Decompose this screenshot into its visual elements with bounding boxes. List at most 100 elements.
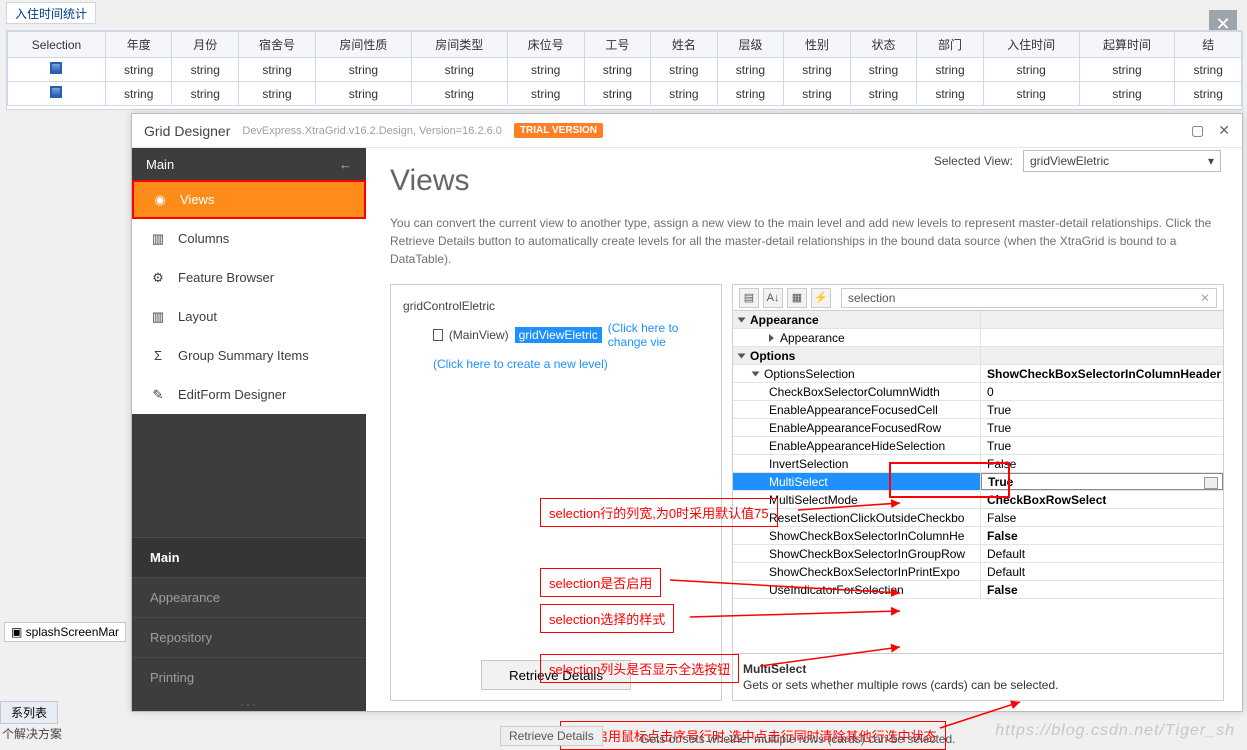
tree-tab[interactable]: 系列表 [0, 701, 58, 724]
property-search-input[interactable]: selection ✕ [841, 288, 1217, 308]
grid-cell[interactable]: string [1175, 58, 1242, 82]
grid-header[interactable]: 年度 [105, 32, 172, 58]
grid-header[interactable]: 房间性质 [315, 32, 411, 58]
grid-header[interactable]: 状态 [850, 32, 917, 58]
prop-ShowCheckBoxSelectorInPrintExpo[interactable]: ShowCheckBoxSelectorInPrintExpoDefault [733, 563, 1223, 581]
grid-header[interactable]: 层级 [717, 32, 784, 58]
prop-value[interactable]: False [981, 455, 1223, 472]
prop-EnableAppearanceFocusedRow[interactable]: EnableAppearanceFocusedRowTrue [733, 419, 1223, 437]
property-pages-icon[interactable]: ▦ [787, 288, 807, 308]
sidebar-item-columns[interactable]: ▥Columns [132, 219, 366, 258]
grid-header[interactable]: 姓名 [651, 32, 718, 58]
views-tree-pane[interactable]: gridControlEletric (MainView) gridViewEl… [390, 284, 722, 701]
prop-value[interactable]: CheckBoxRowSelect [981, 491, 1223, 508]
prop-InvertSelection[interactable]: InvertSelectionFalse [733, 455, 1223, 473]
grid-header[interactable]: 起算时间 [1079, 32, 1175, 58]
data-grid[interactable]: Selection年度月份宿舍号房间性质房间类型床位号工号姓名层级性别状态部门入… [6, 30, 1243, 110]
prop-appearance[interactable]: Appearance [733, 329, 1223, 347]
section-appearance[interactable]: Appearance [132, 577, 366, 617]
grid-cell[interactable]: string [507, 82, 584, 106]
grid-cell[interactable]: string [717, 82, 784, 106]
grid-cell[interactable]: string [850, 58, 917, 82]
back-icon[interactable]: ← [339, 157, 352, 172]
prop-value[interactable]: ShowCheckBoxSelectorInColumnHeader [981, 365, 1223, 382]
grid-cell[interactable]: string [105, 58, 172, 82]
sidebar-item-views[interactable]: ◉Views [132, 180, 366, 219]
grid-header[interactable]: 房间类型 [411, 32, 507, 58]
section-repository[interactable]: Repository [132, 617, 366, 657]
grid-cell[interactable]: string [983, 82, 1079, 106]
prop-value[interactable]: False [981, 527, 1223, 544]
prop-value[interactable]: False [981, 509, 1223, 526]
grid-header[interactable]: 性别 [784, 32, 851, 58]
sidebar-item-group-summary-items[interactable]: ΣGroup Summary Items [132, 336, 366, 375]
close-icon[interactable]: ✕ [1218, 122, 1230, 139]
prop-value[interactable]: Default [981, 545, 1223, 562]
prop-ShowCheckBoxSelectorInColumnHe[interactable]: ShowCheckBoxSelectorInColumnHeFalse [733, 527, 1223, 545]
tree-root[interactable]: gridControlEletric [401, 295, 711, 317]
prop-value[interactable] [981, 329, 1223, 346]
section-main[interactable]: Main [132, 537, 366, 577]
drag-handle-icon[interactable]: ··· [132, 697, 366, 711]
grid-header[interactable]: 入住时间 [983, 32, 1079, 58]
grid-cell[interactable]: string [1079, 82, 1175, 106]
expand-icon[interactable] [738, 353, 746, 358]
grid-cell[interactable]: string [172, 58, 239, 82]
grid-cell[interactable]: string [1079, 58, 1175, 82]
prop-value[interactable]: True [981, 419, 1223, 436]
grid-header[interactable]: Selection [8, 32, 106, 58]
prop-UseIndicatorForSelection[interactable]: UseIndicatorForSelectionFalse [733, 581, 1223, 599]
grid-cell[interactable]: string [651, 58, 718, 82]
prop-value[interactable]: True [981, 401, 1223, 418]
prop-value[interactable]: True [981, 473, 1223, 490]
create-level-link[interactable]: (Click here to create a new level) [401, 357, 711, 371]
sidebar-item-layout[interactable]: ▥Layout [132, 297, 366, 336]
expand-icon[interactable] [752, 371, 760, 376]
prop-value[interactable]: Default [981, 563, 1223, 580]
prop-value[interactable]: False [981, 581, 1223, 598]
grid-cell[interactable]: string [784, 82, 851, 106]
left-header[interactable]: Main ← [132, 148, 366, 180]
grid-cell[interactable]: string [507, 58, 584, 82]
checkbox-icon[interactable] [50, 86, 62, 98]
prop-ResetSelectionClickOutsideCheckbo[interactable]: ResetSelectionClickOutsideCheckboFalse [733, 509, 1223, 527]
maximize-icon[interactable]: ▢ [1191, 122, 1204, 139]
prop-value[interactable] [981, 347, 1223, 364]
grid-cell[interactable]: string [315, 58, 411, 82]
splash-screen-item[interactable]: ▣ splashScreenMar [4, 622, 126, 642]
prop-value[interactable]: 0 [981, 383, 1223, 400]
expand-icon[interactable] [738, 317, 746, 322]
grid-header[interactable]: 床位号 [507, 32, 584, 58]
property-grid[interactable]: ▤ A↓ ▦ ⚡ selection ✕ AppearanceAppearanc… [732, 284, 1224, 701]
grid-cell[interactable]: string [983, 58, 1079, 82]
grid-cell[interactable]: string [917, 82, 984, 106]
clear-search-icon[interactable]: ✕ [1200, 291, 1210, 305]
grid-cell[interactable] [8, 82, 106, 106]
grid-cell[interactable]: string [917, 58, 984, 82]
grid-view-name[interactable]: gridViewEletric [515, 327, 602, 343]
prop-MultiSelectMode[interactable]: MultiSelectModeCheckBoxRowSelect [733, 491, 1223, 509]
alphabetical-icon[interactable]: A↓ [763, 288, 783, 308]
retrieve-details-button[interactable]: Retrieve Details [481, 660, 631, 690]
grid-cell[interactable]: string [239, 58, 316, 82]
grid-header[interactable]: 工号 [584, 32, 651, 58]
prop-EnableAppearanceFocusedCell[interactable]: EnableAppearanceFocusedCellTrue [733, 401, 1223, 419]
grid-cell[interactable] [8, 58, 106, 82]
events-icon[interactable]: ⚡ [811, 288, 831, 308]
grid-cell[interactable]: string [584, 58, 651, 82]
grid-header[interactable]: 结 [1175, 32, 1242, 58]
grid-cell[interactable]: string [315, 82, 411, 106]
change-view-link[interactable]: (Click here to change vie [608, 321, 711, 349]
sidebar-item-feature-browser[interactable]: ⚙Feature Browser [132, 258, 366, 297]
grid-cell[interactable]: string [584, 82, 651, 106]
grid-cell[interactable]: string [1175, 82, 1242, 106]
grid-cell[interactable]: string [717, 58, 784, 82]
grid-header[interactable]: 宿舍号 [239, 32, 316, 58]
prop-cat-appearance[interactable]: Appearance [733, 311, 1223, 329]
grid-cell[interactable]: string [239, 82, 316, 106]
checkbox-icon[interactable] [50, 62, 62, 74]
prop-EnableAppearanceHideSelection[interactable]: EnableAppearanceHideSelectionTrue [733, 437, 1223, 455]
grid-header[interactable]: 部门 [917, 32, 984, 58]
prop-CheckBoxSelectorColumnWidth[interactable]: CheckBoxSelectorColumnWidth0 [733, 383, 1223, 401]
grid-cell[interactable]: string [105, 82, 172, 106]
